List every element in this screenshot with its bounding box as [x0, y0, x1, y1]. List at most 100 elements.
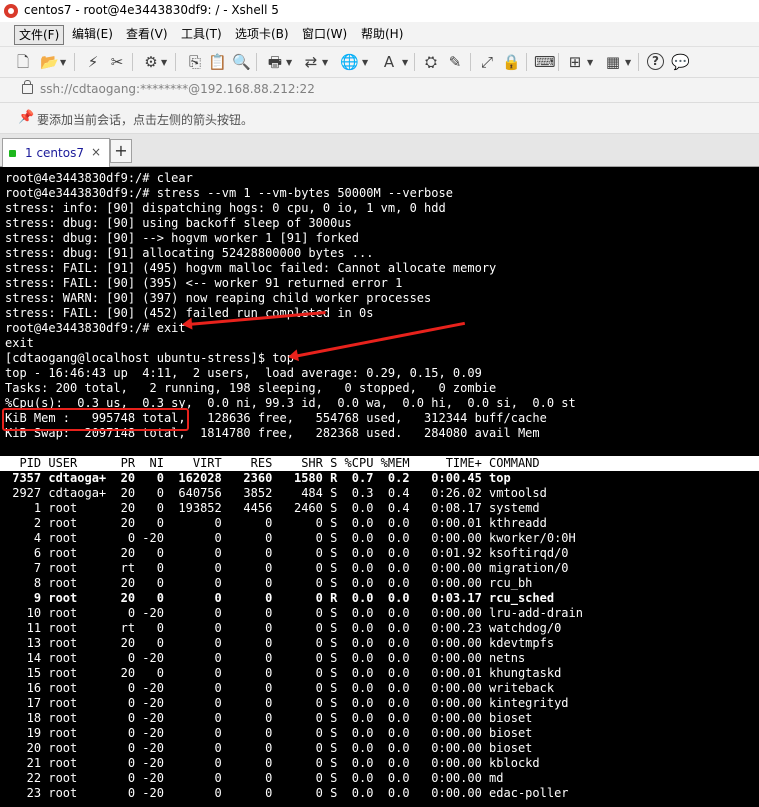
window-titlebar: centos7 - root@4e3443830df9: / - Xshell … [0, 0, 759, 22]
font-icon[interactable]: A [380, 53, 398, 71]
terminal-output[interactable]: root@4e3443830df9:/# clear root@4e3443830… [0, 167, 759, 807]
process-row: 16 root 0 -20 0 0 0 S 0.0 0.0 0:00.00 wr… [5, 681, 555, 695]
process-row: 9 root 20 0 0 0 0 R 0.0 0.0 0:03.17 rcu_… [5, 591, 555, 605]
terminal-line: root@4e3443830df9:/# exit [5, 321, 186, 335]
tab-bar: 1 centos7 × + [0, 134, 759, 167]
annotation-mem-highlight [2, 408, 189, 431]
transfer-dropdown-icon[interactable]: ▼ [322, 59, 328, 67]
menu-edit[interactable]: 编辑(E) [68, 25, 117, 43]
print-icon[interactable]: 🖶 [266, 53, 284, 71]
toolbar: 🗋 📂 ▼ ⚡ ✂ ⚙ ▼ ⎘ 📋 🔍 🖶 ▼ ⇄ ▼ 🌐 ▼ A ▼ ⛭ ✎ … [0, 47, 759, 78]
process-row: 4 root 0 -20 0 0 0 S 0.0 0.0 0:00.00 kwo… [5, 531, 576, 545]
layout-dropdown-icon[interactable]: ▼ [625, 59, 631, 67]
terminal-line: stress: dbug: [90] --> hogvm worker 1 [9… [5, 231, 360, 245]
keyboard-icon[interactable]: ⌨ [534, 53, 556, 71]
add-panel-icon[interactable]: ⊞ [566, 53, 584, 71]
new-session-icon[interactable]: 🗋 [14, 53, 32, 71]
process-row: 21 root 0 -20 0 0 0 S 0.0 0.0 0:00.00 kb… [5, 756, 540, 770]
menu-tools[interactable]: 工具(T) [177, 25, 226, 43]
address-bar: ssh://cdtaogang:********@192.168.88.212:… [0, 78, 759, 103]
lock-icon [22, 80, 33, 94]
session-hint-text: 要添加当前会话，点击左侧的箭头按钮。 [37, 113, 254, 127]
paste-icon[interactable]: 📋 [208, 53, 227, 71]
process-table-header: PID USER PR NI VIRT RES SHR S %CPU %MEM … [5, 456, 540, 470]
open-folder-icon[interactable]: 📂 [40, 53, 59, 71]
terminal-line: [cdtaogang@localhost ubuntu-stress]$ top [5, 351, 294, 365]
process-row: 17 root 0 -20 0 0 0 S 0.0 0.0 0:00.00 ki… [5, 696, 569, 710]
process-row: 2927 cdtaoga+ 20 0 640756 3852 484 S 0.3… [5, 486, 547, 500]
terminal-line: stress: dbug: [91] allocating 5242880000… [5, 246, 374, 260]
toolbar-separator [526, 53, 527, 71]
toolbar-separator [132, 53, 133, 71]
menu-file[interactable]: 文件(F) [14, 25, 65, 45]
add-session-arrow-icon[interactable]: 📌 [18, 110, 34, 125]
process-row: 19 root 0 -20 0 0 0 S 0.0 0.0 0:00.00 bi… [5, 726, 533, 740]
toolbar-separator [256, 53, 257, 71]
process-row: 20 root 0 -20 0 0 0 S 0.0 0.0 0:00.00 bi… [5, 741, 533, 755]
copy-icon[interactable]: ⎘ [186, 53, 204, 71]
process-row: 6 root 20 0 0 0 0 S 0.0 0.0 0:01.92 ksof… [5, 546, 569, 560]
terminal-line: top - 16:46:43 up 4:11, 2 users, load av… [5, 366, 482, 380]
process-row: 7357 cdtaoga+ 20 0 162028 2360 1580 R 0.… [5, 471, 511, 485]
connected-status-icon [9, 150, 16, 157]
annotation-arrow-top [293, 321, 466, 358]
fullscreen-icon[interactable]: ⤢ [478, 53, 496, 71]
font-dropdown-icon[interactable]: ▼ [402, 59, 408, 67]
disconnect-icon[interactable]: ✂ [108, 53, 126, 71]
terminal-line: stress: FAIL: [91] (495) hogvm malloc fa… [5, 261, 497, 275]
menu-bar: 文件(F) 编辑(E) 查看(V) 工具(T) 选项卡(B) 窗口(W) 帮助(… [0, 22, 759, 47]
process-row: 14 root 0 -20 0 0 0 S 0.0 0.0 0:00.00 ne… [5, 651, 526, 665]
close-tab-icon[interactable]: × [91, 145, 101, 159]
terminal-line: Tasks: 200 total, 2 running, 198 sleepin… [5, 381, 497, 395]
reconnect-icon[interactable]: ⚡ [84, 53, 102, 71]
toolbar-separator [558, 53, 559, 71]
toolbar-separator [470, 53, 471, 71]
process-row: 15 root 20 0 0 0 0 S 0.0 0.0 0:00.01 khu… [5, 666, 562, 680]
tab-centos7[interactable]: 1 centos7 × [2, 138, 110, 167]
toolbar-separator [414, 53, 415, 71]
add-tab-button[interactable]: + [110, 139, 132, 163]
process-row: 7 root rt 0 0 0 0 S 0.0 0.0 0:00.00 migr… [5, 561, 569, 575]
add-panel-dropdown-icon[interactable]: ▼ [587, 59, 593, 67]
chat-icon[interactable]: 💬 [671, 53, 690, 71]
terminal-line: root@4e3443830df9:/# stress --vm 1 --vm-… [5, 186, 453, 200]
globe-dropdown-icon[interactable]: ▼ [362, 59, 368, 67]
xshell-logo-icon [4, 4, 18, 18]
globe-icon[interactable]: 🌐 [340, 53, 359, 71]
terminal-line: stress: info: [90] dispatching hogs: 0 c… [5, 201, 446, 215]
toolbar-separator [74, 53, 75, 71]
print-dropdown-icon[interactable]: ▼ [286, 59, 292, 67]
properties-icon[interactable]: ⚙ [142, 53, 160, 71]
properties-dropdown-icon[interactable]: ▼ [161, 59, 167, 67]
terminal-line: stress: WARN: [90] (397) now reaping chi… [5, 291, 432, 305]
menu-tabs[interactable]: 选项卡(B) [231, 25, 293, 43]
process-row: 11 root rt 0 0 0 0 S 0.0 0.0 0:00.23 wat… [5, 621, 562, 635]
find-icon[interactable]: 🔍 [232, 53, 251, 71]
menu-help[interactable]: 帮助(H) [357, 25, 407, 43]
process-row: 18 root 0 -20 0 0 0 S 0.0 0.0 0:00.00 bi… [5, 711, 533, 725]
help-icon[interactable]: ? [647, 53, 664, 70]
menu-view[interactable]: 查看(V) [122, 25, 172, 43]
process-row: 13 root 20 0 0 0 0 S 0.0 0.0 0:00.00 kde… [5, 636, 555, 650]
layout-icon[interactable]: ▦ [604, 53, 622, 71]
toolbar-separator [638, 53, 639, 71]
process-row: 8 root 20 0 0 0 0 S 0.0 0.0 0:00.00 rcu_… [5, 576, 533, 590]
transfer-icon[interactable]: ⇄ [302, 53, 320, 71]
session-hint-bar: 📌 要添加当前会话，点击左侧的箭头按钮。 [0, 103, 759, 134]
process-row: 10 root 0 -20 0 0 0 S 0.0 0.0 0:00.00 lr… [5, 606, 583, 620]
lock-screen-icon[interactable]: 🔒 [502, 53, 521, 71]
xmanager-icon[interactable]: ✎ [446, 53, 464, 71]
process-row: 23 root 0 -20 0 0 0 S 0.0 0.0 0:00.00 ed… [5, 786, 569, 800]
terminal-line: root@4e3443830df9:/# clear [5, 171, 193, 185]
window-title: centos7 - root@4e3443830df9: / - Xshell … [24, 3, 279, 17]
terminal-line: exit [5, 336, 34, 350]
menu-window[interactable]: 窗口(W) [298, 25, 351, 43]
open-dropdown-icon[interactable]: ▼ [60, 59, 66, 67]
terminal-line: stress: FAIL: [90] (395) <-- worker 91 r… [5, 276, 403, 290]
session-address[interactable]: ssh://cdtaogang:********@192.168.88.212:… [40, 82, 315, 96]
terminal-line: stress: dbug: [90] using backoff sleep o… [5, 216, 352, 230]
process-row: 2 root 20 0 0 0 0 S 0.0 0.0 0:00.01 kthr… [5, 516, 547, 530]
toolbar-separator [175, 53, 176, 71]
xftp-icon[interactable]: ⛭ [422, 53, 440, 71]
process-row: 22 root 0 -20 0 0 0 S 0.0 0.0 0:00.00 md [5, 771, 504, 785]
